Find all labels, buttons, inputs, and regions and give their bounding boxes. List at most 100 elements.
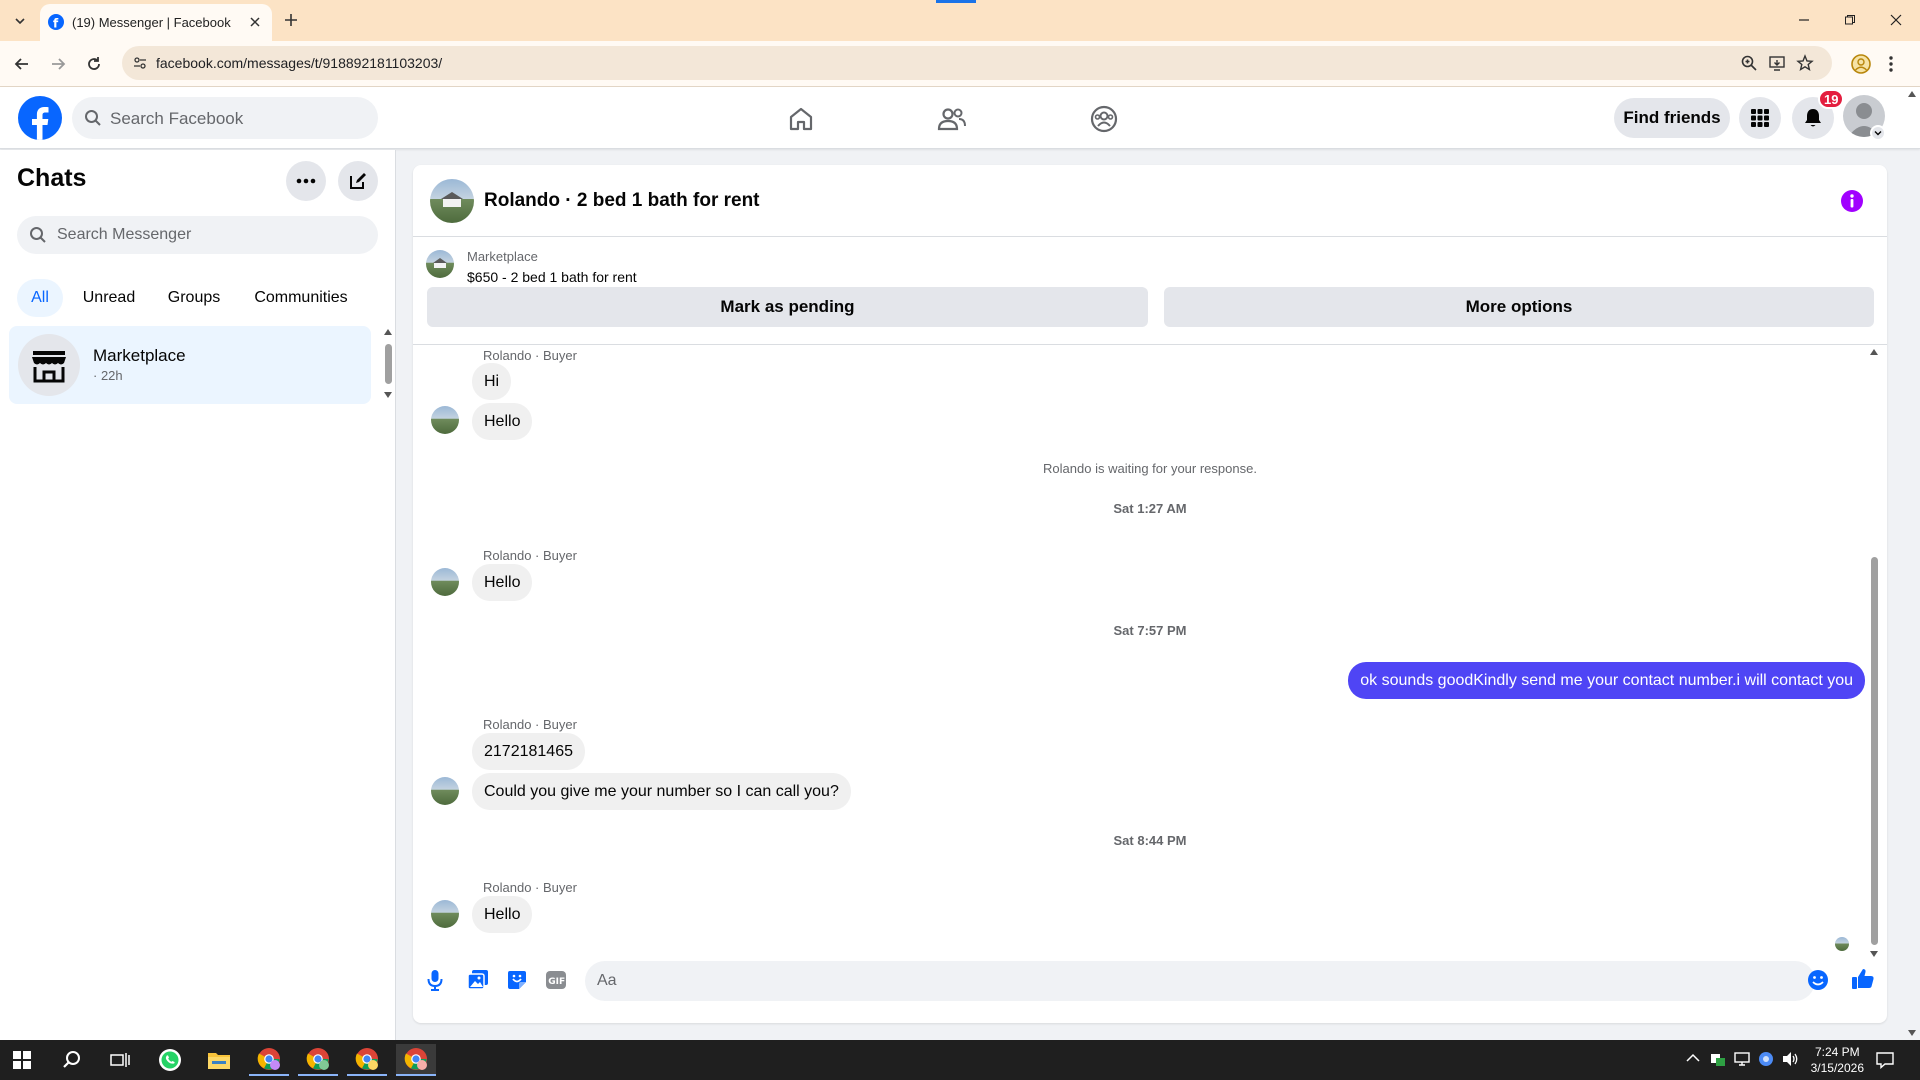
page-scroll-down-icon[interactable] <box>1908 1030 1916 1036</box>
tray-browser-icon[interactable] <box>1758 1051 1774 1067</box>
message-timestamp: Sat 7:57 PM <box>1113 623 1187 638</box>
listing-thumbnail[interactable] <box>426 250 454 278</box>
taskbar-search-icon[interactable] <box>52 1044 92 1076</box>
message-sender: Rolando · Buyer <box>483 717 577 732</box>
tab-search-chevron-icon[interactable] <box>8 9 32 33</box>
sidebar-scrollbar-thumb[interactable] <box>385 344 392 384</box>
thread-scroll-up-icon[interactable] <box>1870 349 1878 355</box>
network-icon[interactable] <box>1734 1051 1752 1067</box>
browser-menu-icon[interactable] <box>1888 54 1894 74</box>
profile-icon[interactable] <box>1850 53 1872 75</box>
windows-taskbar: 7:24 PM 3/15/2026 <box>0 1040 1920 1080</box>
sender-avatar[interactable] <box>431 568 459 596</box>
listing-title[interactable]: $650 - 2 bed 1 bath for rent <box>467 269 637 285</box>
task-view-icon[interactable] <box>100 1044 140 1076</box>
address-bar[interactable]: facebook.com/messages/t/918892181103203/ <box>122 46 1832 80</box>
volume-icon[interactable] <box>1782 1051 1800 1067</box>
browser-tab-messenger[interactable]: f (19) Messenger | Facebook <box>40 4 272 41</box>
chrome-window-active-icon[interactable] <box>396 1044 436 1076</box>
chrome-window-icon[interactable] <box>249 1044 289 1076</box>
emoji-icon[interactable] <box>1807 969 1829 991</box>
menu-grid-icon[interactable] <box>1739 97 1781 139</box>
conversation-title[interactable]: Rolando · 2 bed 1 bath for rent <box>484 190 760 212</box>
groups-icon[interactable] <box>1084 99 1124 139</box>
message-bubble[interactable]: Hello <box>472 896 533 934</box>
minimize-window-icon[interactable] <box>1792 8 1816 32</box>
browser-tab-strip: f (19) Messenger | Facebook <box>0 0 1920 41</box>
conversation-info-icon[interactable] <box>1841 190 1863 212</box>
filter-tab-communities[interactable]: Communities <box>242 279 360 317</box>
sender-avatar[interactable] <box>431 777 459 805</box>
chat-name: Marketplace <box>93 346 186 365</box>
sidebar-scroll-up-icon[interactable] <box>384 329 392 335</box>
conversation-panel: Rolando · 2 bed 1 bath for rent Marketpl… <box>413 165 1887 1023</box>
mark-as-pending-button[interactable]: Mark as pending <box>427 287 1148 327</box>
facebook-favicon-icon: f <box>48 14 64 30</box>
windows-start-icon[interactable] <box>2 1044 42 1076</box>
microphone-icon[interactable] <box>427 969 443 991</box>
message-bubble[interactable]: Hello <box>472 403 533 441</box>
notification-center-icon[interactable] <box>1876 1051 1894 1069</box>
find-friends-button[interactable]: Find friends <box>1614 98 1730 138</box>
zoom-icon[interactable] <box>1740 54 1758 72</box>
messenger-search-placeholder: Search Messenger <box>57 226 192 243</box>
filter-tab-unread[interactable]: Unread <box>72 279 146 317</box>
back-arrow-icon[interactable] <box>12 54 32 74</box>
sticker-icon[interactable] <box>506 969 528 991</box>
site-settings-icon[interactable] <box>132 55 148 71</box>
install-app-icon[interactable] <box>1768 54 1786 72</box>
facebook-logo-icon[interactable] <box>18 96 62 140</box>
thread-scroll-down-icon[interactable] <box>1870 951 1878 957</box>
facebook-search-input[interactable]: Search Facebook <box>72 97 378 139</box>
filter-tab-groups[interactable]: Groups <box>155 279 233 317</box>
new-tab-plus-icon[interactable] <box>282 11 300 29</box>
chrome-window-icon[interactable] <box>298 1044 338 1076</box>
page-scroll-up-icon[interactable] <box>1908 91 1916 97</box>
tab-title: (19) Messenger | Facebook <box>72 15 231 30</box>
svg-text:f: f <box>53 17 59 31</box>
restore-window-icon[interactable] <box>1838 8 1862 32</box>
account-chevron-down-icon[interactable] <box>1870 125 1886 141</box>
search-icon <box>29 226 47 244</box>
bookmark-star-icon[interactable] <box>1796 54 1814 72</box>
new-message-button[interactable] <box>338 161 378 201</box>
photo-gallery-icon[interactable] <box>467 969 489 991</box>
message-bubble[interactable]: 2172181465 <box>472 733 585 771</box>
message-composer: GIF Aa <box>413 961 1887 1023</box>
thread-scrollbar-thumb[interactable] <box>1871 557 1878 945</box>
sidebar-scroll-down-icon[interactable] <box>384 392 392 398</box>
my-message-bubble[interactable]: ok sounds goodKindly send me your contac… <box>1348 662 1865 700</box>
gif-icon[interactable]: GIF <box>545 970 567 990</box>
chrome-window-icon[interactable] <box>347 1044 387 1076</box>
sender-avatar[interactable] <box>431 406 459 434</box>
filter-tab-all[interactable]: All <box>17 279 63 317</box>
reload-icon[interactable] <box>84 54 104 74</box>
message-input[interactable]: Aa <box>585 961 1815 1001</box>
listing-photo-avatar[interactable] <box>430 179 474 223</box>
messenger-search-input[interactable]: Search Messenger <box>17 216 378 254</box>
like-thumbs-up-icon[interactable] <box>1851 967 1875 991</box>
search-icon <box>84 109 102 127</box>
chat-list-item[interactable]: Marketplace · 22h <box>9 326 371 404</box>
tray-chevron-up-icon[interactable] <box>1686 1053 1700 1063</box>
listing-source: Marketplace <box>467 249 538 264</box>
notification-count-badge: 19 <box>1818 89 1845 109</box>
tray-app-icon[interactable] <box>1710 1051 1726 1067</box>
more-dots-icon <box>296 178 316 184</box>
message-bubble[interactable]: Could you give me your number so I can c… <box>472 773 851 811</box>
taskbar-clock[interactable]: 7:24 PM 3/15/2026 <box>1811 1044 1864 1076</box>
message-timestamp: Sat 1:27 AM <box>1113 501 1187 516</box>
forward-arrow-icon[interactable] <box>48 54 68 74</box>
message-bubble[interactable]: Hi <box>472 363 512 401</box>
close-window-icon[interactable] <box>1884 8 1908 32</box>
friends-icon[interactable] <box>932 99 972 139</box>
message-bubble[interactable]: Hello <box>472 564 533 602</box>
file-explorer-icon[interactable] <box>199 1044 239 1076</box>
tab-close-icon[interactable] <box>248 15 262 29</box>
browser-toolbar: facebook.com/messages/t/918892181103203/ <box>0 41 1920 87</box>
sender-avatar[interactable] <box>431 900 459 928</box>
more-options-button[interactable]: More options <box>1164 287 1874 327</box>
whatsapp-app-icon[interactable] <box>150 1044 190 1076</box>
chat-options-button[interactable] <box>286 161 326 201</box>
home-icon[interactable] <box>781 99 821 139</box>
